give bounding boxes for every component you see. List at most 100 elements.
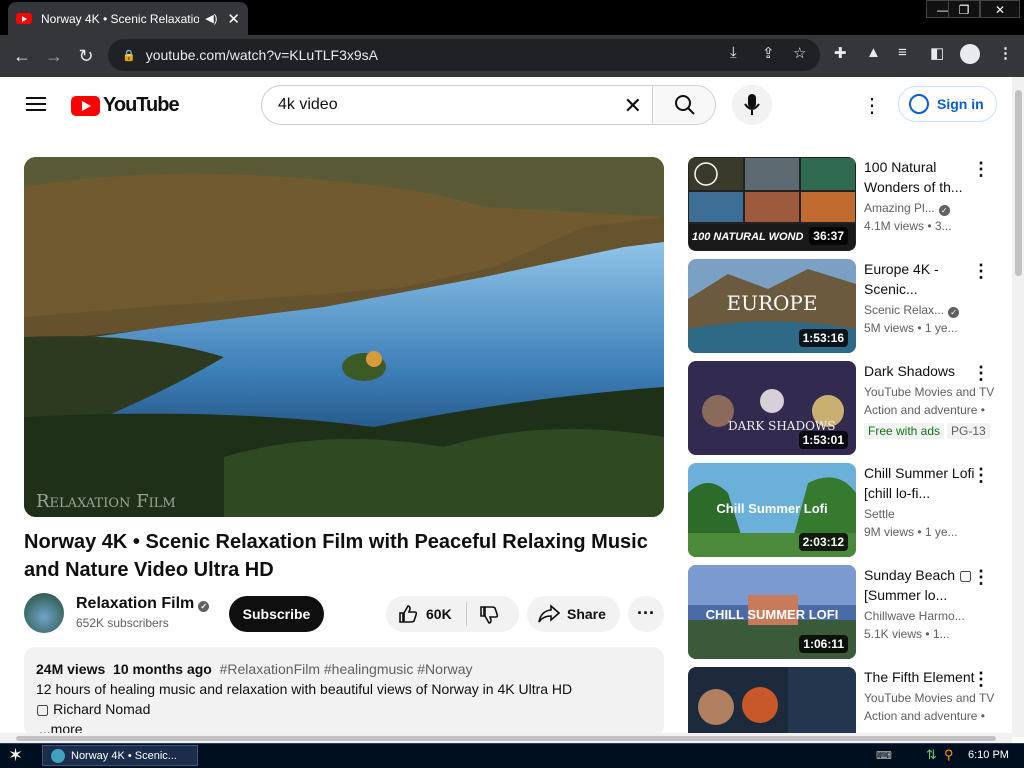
window-close-icon[interactable]: ✕ [980,0,1020,18]
channel-text: Scenic Relax... [864,303,945,317]
recommendation-channel[interactable]: Scenic Relax... ✓ [864,303,996,318]
network-icon[interactable]: ⇅ [926,747,937,763]
recommendation-channel[interactable]: Amazing Pl... ✓ [864,201,996,216]
browser-menu-icon[interactable]: ⋮ [998,44,1013,62]
browser-task-icon [51,749,65,763]
channel-text: Amazing Pl... [864,201,935,215]
keyboard-icon[interactable]: ⌨ [876,749,892,762]
item-menu-icon[interactable]: ⋮ [972,159,990,180]
recommendation-title[interactable]: Chill Summer Lofi [chill lo-fi... [864,463,984,503]
vertical-scroll-thumb[interactable] [1015,90,1022,276]
labs-icon[interactable]: ▲ [866,44,881,61]
video-thumbnail[interactable]: CHILL SUMMER LOFI 1:06:11 [688,565,856,659]
back-icon[interactable]: ← [6,46,38,67]
speaker-icon[interactable]: ◀) [205,12,217,25]
voice-search-button[interactable] [732,85,772,125]
horizontal-scroll-thumb[interactable] [16,736,996,741]
sign-in-button[interactable]: Sign in [898,86,997,122]
recommendation-title[interactable]: 100 Natural Wonders of th... [864,157,984,197]
side-panel-icon[interactable]: ◧ [930,44,944,62]
like-button[interactable]: 60K [386,596,466,632]
item-menu-icon[interactable]: ⋮ [972,261,990,282]
item-menu-icon[interactable]: ⋮ [972,567,990,588]
channel-name-text: Relaxation Film [76,595,195,612]
share-label: Share [567,606,606,622]
video-player[interactable]: Relaxation Film [24,157,664,517]
video-thumbnail[interactable]: EUROPE 1:53:16 [688,259,856,353]
recommendation-item[interactable]: DARK SHADOWS 1:53:01 Dark Shadows YouTub… [688,361,1008,455]
tab-title: Norway 4K • Scenic Relaxation [41,11,200,26]
start-menu-icon[interactable]: ✶ [8,745,23,766]
item-menu-icon[interactable]: ⋮ [972,465,990,486]
hashtags[interactable]: #RelaxationFilm #healingmusic #Norway [220,661,473,677]
thumbnail-overlay-text: Chill Summer Lofi [716,501,828,516]
thumbnail-overlay-text: 100 NATURAL WOND [692,231,804,243]
youtube-logo[interactable]: YouTube [71,94,180,117]
browser-tab[interactable]: Norway 4K • Scenic Relaxation ◀) ✕ [8,2,248,35]
recommendation-title[interactable]: Europe 4K - Scenic... [864,259,984,299]
restore-icon[interactable]: ❐ [948,0,980,18]
recommendation-channel[interactable]: Chillwave Harmo... [864,609,996,623]
recommendation-title[interactable]: Sunday Beach ▢ [Summer lo... [864,565,984,605]
search-tray-icon[interactable]: ⚲ [944,747,954,763]
verified-icon: ✓ [938,205,950,216]
share-button[interactable]: Share [527,596,620,632]
recommendation-meta: 9M views • 1 ye... [864,525,958,539]
clear-search-icon[interactable]: ✕ [624,93,642,119]
taskbar-task-button[interactable]: Norway 4K • Scenic... [42,745,198,766]
forward-icon[interactable]: → [38,46,70,67]
recommendation-item[interactable]: The Fifth Element YouTube Movies and TV … [688,667,1008,733]
recommendation-channel[interactable]: Settle [864,507,996,521]
recommendation-item[interactable]: EUROPE 1:53:16 Europe 4K - Scenic... Sce… [688,259,1008,353]
duration-badge: 2:03:12 [798,533,848,551]
recommendation-meta: Action and adventure • [864,403,985,417]
recommendation-item[interactable]: CHILL SUMMER LOFI 1:06:11 Sunday Beach ▢… [688,565,1008,659]
view-count: 24M views [36,661,106,677]
install-icon[interactable]: ⤓ [730,44,737,61]
extensions-icon[interactable]: ✚ [834,44,847,62]
address-bar[interactable]: 🔒 youtube.com/watch?v=KLuTLF3x9sA [108,39,820,71]
search-input[interactable]: 4k video ✕ [261,85,653,125]
more-actions-icon[interactable]: ··· [628,596,664,632]
youtube-play-icon [71,95,100,116]
verified-icon: ✓ [948,307,960,318]
share-page-icon[interactable]: ⇪ [762,44,775,62]
recommendation-item[interactable]: 100 NATURAL WOND 36:37 100 Natural Wonde… [688,157,1008,251]
recommendation-channel[interactable]: YouTube Movies and TV [864,691,996,705]
item-menu-icon[interactable]: ⋮ [972,669,990,690]
like-dislike-group: 60K [386,596,519,632]
profile-icon[interactable] [960,44,980,64]
thumbnail-overlay-text: EUROPE [726,291,818,315]
video-thumbnail[interactable]: 100 NATURAL WOND 36:37 [688,157,856,251]
tab-close-icon[interactable]: ✕ [227,10,240,28]
dislike-button[interactable] [467,596,519,632]
settings-menu-icon[interactable]: ⋮ [862,93,882,118]
video-thumbnail[interactable]: DARK SHADOWS 1:53:01 [688,361,856,455]
search-button[interactable] [652,85,716,125]
video-thumbnail[interactable]: Chill Summer Lofi 2:03:12 [688,463,856,557]
bookmark-star-icon[interactable]: ☆ [793,44,806,62]
media-queue-icon[interactable]: ≡ [898,44,907,61]
share-arrow-icon [538,604,560,623]
duration-badge: 36:37 [809,227,848,245]
recommendation-channel[interactable]: YouTube Movies and TV [864,385,996,399]
reload-icon[interactable]: ↻ [70,46,102,67]
description-box[interactable]: 24M views 10 months ago #RelaxationFilm … [24,647,664,737]
task-label: Norway 4K • Scenic... [71,750,177,762]
hamburger-menu-icon[interactable] [26,97,46,111]
channel-avatar[interactable] [24,593,64,633]
subscriber-count: 652K subscribers [76,616,169,630]
upload-age: 10 months ago [113,661,212,677]
item-menu-icon[interactable]: ⋮ [972,363,990,384]
recommendation-title[interactable]: The Fifth Element [864,667,984,687]
recommendation-meta: 4.1M views • 3... [864,219,952,233]
recommendation-meta: 5.1K views • 1... [864,627,950,641]
recommendation-title[interactable]: Dark Shadows [864,361,984,381]
video-thumbnail[interactable] [688,667,856,733]
recommendation-item[interactable]: Chill Summer Lofi 2:03:12 Chill Summer L… [688,463,1008,557]
duration-badge: 1:53:01 [798,431,848,449]
subscribe-button[interactable]: Subscribe [229,596,324,632]
channel-name[interactable]: Relaxation Film ✓ [76,595,210,613]
url-text: youtube.com/watch?v=KLuTLF3x9sA [145,47,378,63]
thumbs-down-icon [480,606,499,624]
